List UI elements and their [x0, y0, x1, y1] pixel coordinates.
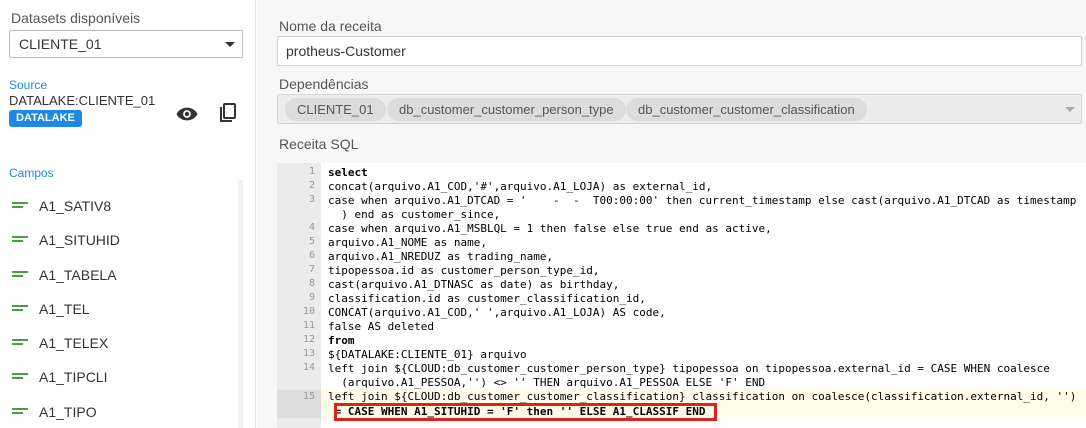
campos-label: Campos [9, 166, 54, 180]
field-name: A1_TELEX [39, 335, 109, 352]
dependency-chip: CLIENTE_01 [285, 98, 386, 121]
line-number: 13 [302, 348, 315, 359]
dependencies-label: Dependências [279, 76, 369, 92]
line-number-active: 15 [277, 390, 321, 418]
left-panel: Datasets disponíveis CLIENTE_01 Source D… [0, 0, 256, 428]
dependency-chip: db_customer_customer_person_type [387, 98, 626, 121]
eye-icon[interactable] [176, 106, 198, 122]
source-badge: DATALAKE [9, 110, 82, 127]
line-number-gutter: 1 2 3 4 5 6 7 8 9 10 11 12 13 14 15 [277, 163, 321, 428]
chevron-down-icon [225, 42, 235, 47]
field-type-icon [12, 407, 28, 417]
field-name: A1_TABELA [39, 266, 117, 283]
recipe-name-input[interactable] [277, 36, 1082, 66]
field-name: A1_TIPCLI [39, 369, 108, 386]
field-item[interactable]: A1_TIPO [0, 396, 240, 428]
line-number: 3 [308, 194, 315, 205]
field-name: A1_TEL [39, 300, 90, 317]
code-line: from [328, 334, 355, 347]
field-item[interactable]: A1_TABELA [0, 259, 240, 293]
field-name: A1_SATIV8 [39, 198, 112, 214]
sql-editor[interactable]: 1 2 3 4 5 6 7 8 9 10 11 12 13 14 15 sele… [277, 163, 1086, 428]
field-item[interactable]: A1_TIPCLI [0, 361, 240, 395]
recipe-panel: Nome da receita Dependências CLIENTE_01 … [257, 0, 1086, 428]
field-item[interactable]: A1_TELEX [0, 327, 240, 361]
field-list-scrollbar[interactable] [238, 180, 243, 428]
line-number: 4 [308, 222, 315, 233]
recipe-name-label: Nome da receita [279, 18, 382, 34]
line-number: 2 [308, 180, 315, 191]
field-name: A1_TIPO [39, 403, 97, 420]
code-line: ) end as customer_since, [328, 208, 501, 221]
chevron-down-icon [1065, 107, 1075, 112]
source-value: DATALAKE:CLIENTE_01 [9, 93, 156, 108]
sql-label: Receita SQL [279, 136, 359, 152]
dependencies-select[interactable]: CLIENTE_01 db_customer_customer_person_t… [277, 94, 1082, 124]
code-line: arquivo.A1_NREDUZ as trading_name, [328, 250, 554, 263]
code-line: concat(arquivo.A1_COD,'#',arquivo.A1_LOJ… [328, 180, 713, 193]
code-line: CONCAT(arquivo.A1_COD,' ',arquivo.A1_LOJ… [328, 306, 666, 319]
field-list: A1_SATIV8 A1_SITUHID A1_TABELA A1_TEL A1… [0, 190, 240, 428]
line-number: 1 [308, 166, 315, 177]
code-line: case when arquivo.A1_DTCAD = ' - - T00:0… [328, 194, 1077, 207]
field-type-icon [12, 270, 28, 280]
copy-icon[interactable] [219, 103, 237, 123]
field-type-icon [12, 202, 28, 211]
code-line: tipopessoa.id as customer_person_type_id… [328, 264, 600, 277]
dataset-select[interactable]: CLIENTE_01 [9, 30, 243, 58]
line-number: 8 [308, 278, 315, 289]
field-item[interactable]: A1_SATIV8 [0, 190, 240, 224]
code-line: select [328, 166, 368, 179]
code-line: case when arquivo.A1_MSBLQL = 1 then fal… [328, 222, 772, 235]
code-line: (arquivo.A1_PESSOA,'') <> '' THEN arquiv… [328, 376, 766, 389]
datasets-label: Datasets disponíveis [11, 10, 141, 26]
field-type-icon [12, 373, 28, 382]
field-name: A1_SITUHID [39, 232, 120, 249]
line-number: 9 [308, 292, 315, 303]
code-line: left join ${CLOUD:db_customer_customer_c… [328, 390, 1077, 403]
code-line: false AS deleted [328, 320, 434, 333]
code-line: ${DATALAKE:CLIENTE_01} arquivo [328, 348, 527, 361]
source-label: Source [9, 78, 48, 92]
code-line: classification.id as customer_classifica… [328, 292, 646, 305]
field-type-icon [12, 236, 28, 245]
line-number: 10 [302, 306, 315, 317]
line-number: 7 [308, 264, 315, 275]
code-line: cast(arquivo.A1_DTNASC as date) as birth… [328, 278, 620, 291]
code-line: arquivo.A1_NOME as name, [328, 236, 487, 249]
line-number: 14 [302, 362, 315, 373]
line-number: 5 [308, 236, 315, 247]
dataset-select-value: CLIENTE_01 [19, 36, 102, 52]
highlight-annotation-box [334, 403, 717, 421]
field-item[interactable]: A1_SITUHID [0, 224, 240, 258]
field-item[interactable]: A1_TEL [0, 293, 240, 327]
code-line: left join ${CLOUD:db_customer_customer_p… [328, 362, 1050, 375]
line-number: 11 [302, 320, 315, 331]
field-type-icon [12, 339, 28, 348]
line-number: 12 [302, 334, 315, 345]
line-number: 6 [308, 250, 315, 261]
field-type-icon [12, 304, 28, 314]
dependency-chip: db_customer_customer_classification [626, 98, 867, 121]
